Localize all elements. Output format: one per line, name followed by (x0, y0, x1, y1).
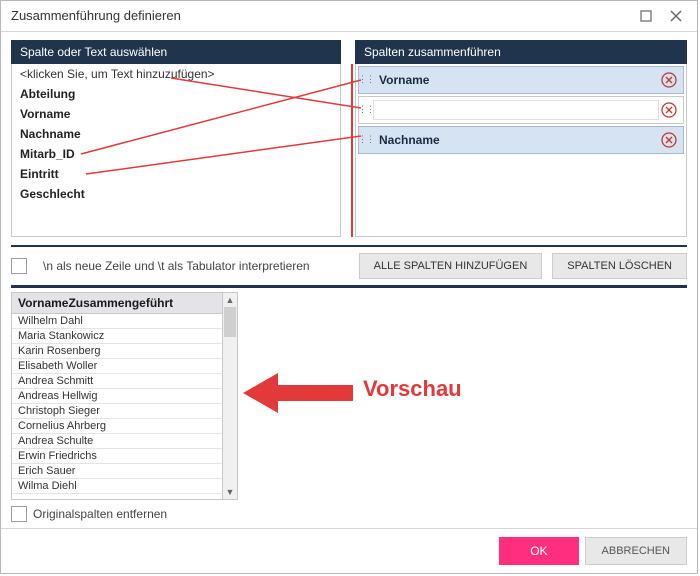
drag-handle-icon[interactable]: ⋮⋮ (359, 74, 373, 85)
mapping-panels: Spalte oder Text auswählen <klicken Sie,… (11, 40, 687, 238)
scroll-down-icon[interactable]: ▼ (223, 485, 237, 499)
table-row: Andrea Schulte (12, 434, 222, 449)
preview-table: VornameZusammengeführt Wilhelm Dahl Mari… (11, 292, 223, 500)
table-row: Erich Sauer (12, 464, 222, 479)
interpret-escape-label: \n als neue Zeile und \t als Tabulator i… (43, 259, 310, 273)
table-row: Maria Stankowicz (12, 329, 222, 344)
maximize-button[interactable] (631, 2, 661, 30)
add-all-columns-button[interactable]: ALLE SPALTEN HINZUFÜGEN (359, 253, 543, 279)
merge-row[interactable]: ⋮⋮ Nachname (358, 126, 684, 154)
merge-row[interactable]: ⋮⋮ Vorname (358, 66, 684, 94)
annotation-arrow-icon (243, 368, 353, 418)
drag-handle-icon[interactable]: ⋮⋮ (359, 134, 373, 145)
dialog-footer: OK ABBRECHEN (1, 528, 697, 573)
clear-columns-button[interactable]: SPALTEN LÖSCHEN (552, 253, 687, 279)
source-column-item[interactable]: Nachname (12, 124, 340, 144)
scroll-up-icon[interactable]: ▲ (223, 293, 237, 307)
merge-row-label: Nachname (373, 133, 659, 147)
merge-row-label: Vorname (373, 73, 659, 87)
table-row: Elisabeth Woller (12, 359, 222, 374)
source-column-item[interactable]: Vorname (12, 104, 340, 124)
source-column-list: <klicken Sie, um Text hinzuzufügen> Abte… (11, 64, 341, 238)
remove-row-button[interactable] (659, 130, 679, 150)
table-row: Andreas Hellwig (12, 389, 222, 404)
source-column-item[interactable]: Abteilung (12, 84, 340, 104)
remove-row-button[interactable] (659, 100, 679, 120)
preview-scrollbar[interactable]: ▲ ▼ (223, 292, 238, 500)
cancel-button[interactable]: ABBRECHEN (585, 537, 687, 565)
titlebar: Zusammenführung definieren (1, 1, 697, 32)
source-column-item[interactable]: Eintritt (12, 164, 340, 184)
merge-row[interactable]: ⋮⋮ (358, 96, 684, 124)
annotation-divider (351, 64, 353, 238)
merge-row-input[interactable] (373, 100, 659, 120)
scroll-thumb[interactable] (224, 307, 236, 337)
ok-button[interactable]: OK (499, 537, 578, 565)
merge-columns-panel: Spalten zusammenführen ⋮⋮ Vorname ⋮⋮ (355, 40, 687, 238)
table-row: Andrea Schmitt (12, 374, 222, 389)
table-row: Erwin Friedrichs (12, 449, 222, 464)
options-row: \n als neue Zeile und \t als Tabulator i… (11, 245, 687, 283)
source-column-item[interactable]: Mitarb_ID (12, 144, 340, 164)
window-title: Zusammenführung definieren (11, 8, 631, 23)
preview-area: VornameZusammengeführt Wilhelm Dahl Mari… (11, 285, 687, 500)
table-row: Christoph Sieger (12, 404, 222, 419)
remove-row-button[interactable] (659, 70, 679, 90)
preview-column-header: VornameZusammengeführt (12, 293, 222, 314)
remove-originals-label: Originalspalten entfernen (33, 507, 167, 521)
close-button[interactable] (661, 2, 691, 30)
remove-originals-checkbox[interactable] (11, 506, 27, 522)
table-row: Cornelius Ahrberg (12, 419, 222, 434)
dialog-window: Zusammenführung definieren Spalte oder T… (0, 0, 698, 574)
table-row: Wilhelm Dahl (12, 314, 222, 329)
source-columns-panel: Spalte oder Text auswählen <klicken Sie,… (11, 40, 341, 238)
interpret-escape-checkbox[interactable] (11, 258, 27, 274)
bottom-options: Originalspalten entfernen (11, 500, 687, 528)
merge-column-list: ⋮⋮ Vorname ⋮⋮ ⋮⋮ (355, 64, 687, 238)
scroll-track[interactable] (223, 307, 237, 485)
merge-panel-header: Spalten zusammenführen (355, 40, 687, 64)
annotation-label: Vorschau (363, 376, 462, 402)
source-panel-header: Spalte oder Text auswählen (11, 40, 341, 64)
drag-handle-icon[interactable]: ⋮⋮ (359, 104, 373, 115)
table-row: Wilma Diehl (12, 479, 222, 494)
table-row: Karin Rosenberg (12, 344, 222, 359)
add-text-placeholder[interactable]: <klicken Sie, um Text hinzuzufügen> (12, 64, 340, 84)
source-column-item[interactable]: Geschlecht (12, 184, 340, 204)
